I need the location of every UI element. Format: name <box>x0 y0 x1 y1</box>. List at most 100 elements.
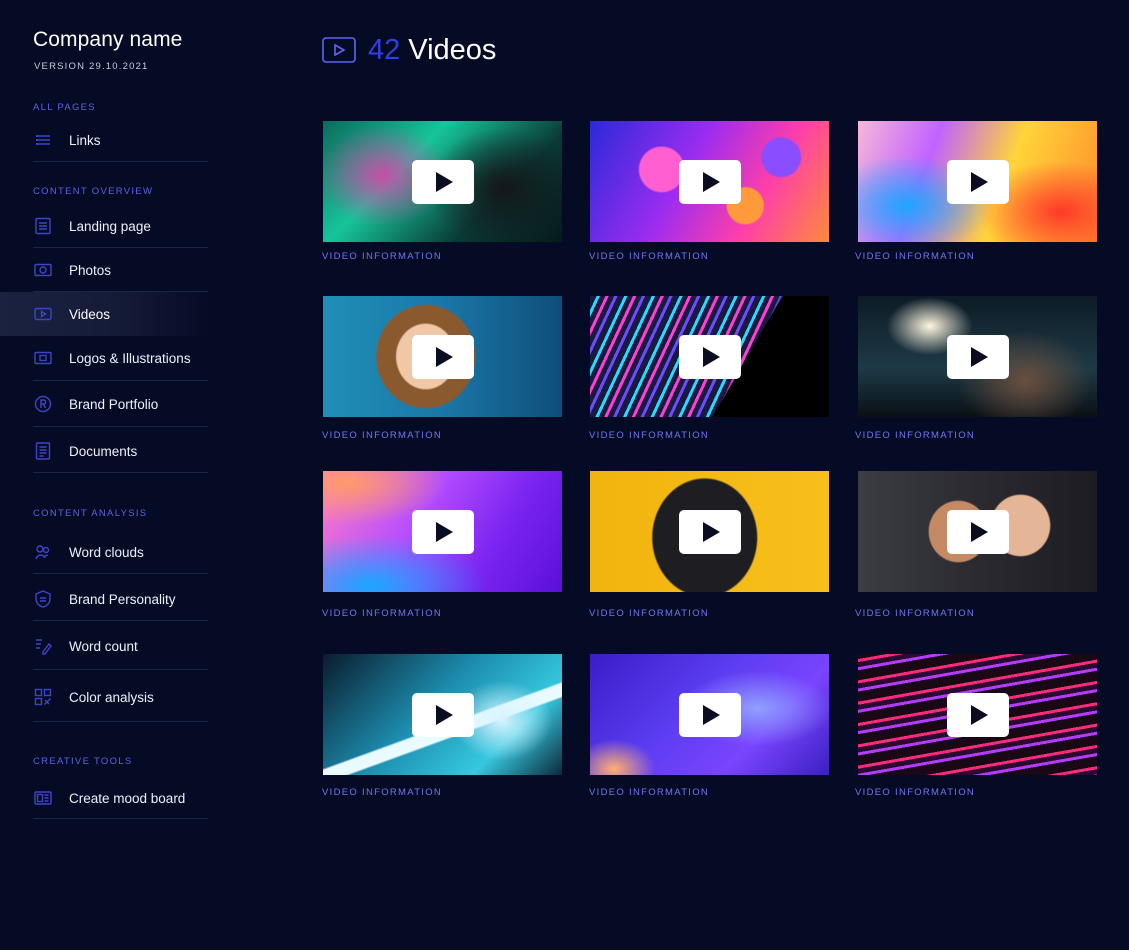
divider <box>33 247 208 248</box>
sidebar-item-logos-illustrations[interactable]: Logos & Illustrations <box>33 341 208 375</box>
divider <box>33 161 208 162</box>
play-icon <box>971 521 988 542</box>
sidebar-item-word-count[interactable]: Word count <box>33 629 208 663</box>
video-information-link[interactable]: VIDEO INFORMATION <box>855 608 975 619</box>
play-button[interactable] <box>946 334 1009 379</box>
video-thumbnail[interactable] <box>858 296 1097 417</box>
video-information-link[interactable]: VIDEO INFORMATION <box>322 251 442 262</box>
play-icon <box>703 704 720 725</box>
list-icon <box>33 129 55 151</box>
play-icon <box>703 171 720 192</box>
play-button[interactable] <box>946 159 1009 204</box>
video-thumbnail[interactable] <box>858 121 1097 242</box>
video-count: 42 <box>368 33 401 66</box>
sidebar-item-label: Videos <box>69 306 111 322</box>
document-icon <box>33 440 55 462</box>
video-information-link[interactable]: VIDEO INFORMATION <box>855 430 975 441</box>
page-icon <box>33 215 55 237</box>
section-label-content-overview: CONTENT OVERVIEW <box>33 186 154 197</box>
play-button[interactable] <box>678 509 741 554</box>
play-button[interactable] <box>411 334 474 379</box>
divider <box>33 472 208 473</box>
registered-icon <box>33 393 55 415</box>
play-icon <box>971 171 988 192</box>
video-information-link[interactable]: VIDEO INFORMATION <box>589 787 709 798</box>
play-button[interactable] <box>411 509 474 554</box>
sidebar-item-color-analysis[interactable]: Color analysis <box>33 680 208 714</box>
sidebar-item-label: Brand Portfolio <box>69 396 159 412</box>
video-information-link[interactable]: VIDEO INFORMATION <box>589 251 709 262</box>
sidebar-item-label: Word clouds <box>69 544 144 560</box>
play-button[interactable] <box>946 692 1009 737</box>
play-button[interactable] <box>678 159 741 204</box>
word-count-icon <box>33 635 55 657</box>
sidebar-item-brand-portfolio[interactable]: Brand Portfolio <box>33 387 208 421</box>
sidebar-item-label: Brand Personality <box>69 591 176 607</box>
sidebar-item-label: Logos & Illustrations <box>69 350 191 366</box>
sidebar: Company name VERSION 29.10.2021 ALL PAGE… <box>0 0 210 950</box>
sidebar-item-label: Color analysis <box>69 689 154 705</box>
video-information-link[interactable]: VIDEO INFORMATION <box>589 608 709 619</box>
sidebar-item-word-clouds[interactable]: Word clouds <box>33 535 208 569</box>
play-icon <box>436 704 453 725</box>
play-button[interactable] <box>678 334 741 379</box>
video-thumbnail[interactable] <box>858 654 1097 775</box>
sidebar-item-photos[interactable]: Photos <box>33 253 208 287</box>
sidebar-item-create-mood-board[interactable]: Create mood board <box>33 781 208 815</box>
video-thumbnail[interactable] <box>590 121 829 242</box>
sidebar-item-documents[interactable]: Documents <box>33 434 208 468</box>
video-thumbnail[interactable] <box>323 296 562 417</box>
play-button[interactable] <box>411 692 474 737</box>
video-information-link[interactable]: VIDEO INFORMATION <box>322 608 442 619</box>
divider <box>33 573 208 574</box>
video-thumbnail[interactable] <box>590 296 829 417</box>
sidebar-item-videos[interactable]: Videos <box>33 297 208 331</box>
divider <box>33 669 208 670</box>
play-icon <box>703 346 720 367</box>
version-label: VERSION 29.10.2021 <box>34 61 149 72</box>
divider <box>33 426 208 427</box>
video-thumbnail[interactable] <box>590 654 829 775</box>
sidebar-item-brand-personality[interactable]: Brand Personality <box>33 582 208 616</box>
play-icon <box>971 704 988 725</box>
sidebar-item-label: Links <box>69 132 101 148</box>
sidebar-item-label: Word count <box>69 638 138 654</box>
sidebar-item-landing-page[interactable]: Landing page <box>33 209 208 243</box>
video-thumbnail[interactable] <box>323 471 562 592</box>
video-information-link[interactable]: VIDEO INFORMATION <box>322 787 442 798</box>
video-information-link[interactable]: VIDEO INFORMATION <box>322 430 442 441</box>
video-icon <box>33 303 55 325</box>
divider <box>33 620 208 621</box>
photo-icon <box>33 259 55 281</box>
play-icon <box>971 346 988 367</box>
play-button[interactable] <box>411 159 474 204</box>
video-thumbnail[interactable] <box>323 121 562 242</box>
sidebar-item-label: Photos <box>69 262 112 278</box>
brand-personality-icon <box>33 588 55 610</box>
play-icon <box>703 521 720 542</box>
logo-icon <box>33 347 55 369</box>
video-thumbnail[interactable] <box>323 654 562 775</box>
color-analysis-icon <box>33 686 55 708</box>
sidebar-item-links[interactable]: Links <box>33 123 208 157</box>
divider <box>33 380 208 381</box>
word-cloud-icon <box>33 541 55 563</box>
section-label-all-pages: ALL PAGES <box>33 102 96 113</box>
play-icon <box>436 171 453 192</box>
page-title: Videos <box>408 33 497 66</box>
play-button[interactable] <box>946 509 1009 554</box>
play-icon <box>436 346 453 367</box>
play-icon <box>436 521 453 542</box>
video-information-link[interactable]: VIDEO INFORMATION <box>855 251 975 262</box>
video-icon <box>322 37 356 63</box>
section-label-creative-tools: CREATIVE TOOLS <box>33 756 133 767</box>
sidebar-item-label: Landing page <box>69 218 151 234</box>
video-information-link[interactable]: VIDEO INFORMATION <box>589 430 709 441</box>
divider <box>33 721 208 722</box>
section-label-content-analysis: CONTENT ANALYSIS <box>33 508 148 519</box>
video-thumbnail[interactable] <box>590 471 829 592</box>
video-information-link[interactable]: VIDEO INFORMATION <box>855 787 975 798</box>
play-button[interactable] <box>678 692 741 737</box>
sidebar-item-label: Documents <box>69 443 138 459</box>
video-thumbnail[interactable] <box>858 471 1097 592</box>
